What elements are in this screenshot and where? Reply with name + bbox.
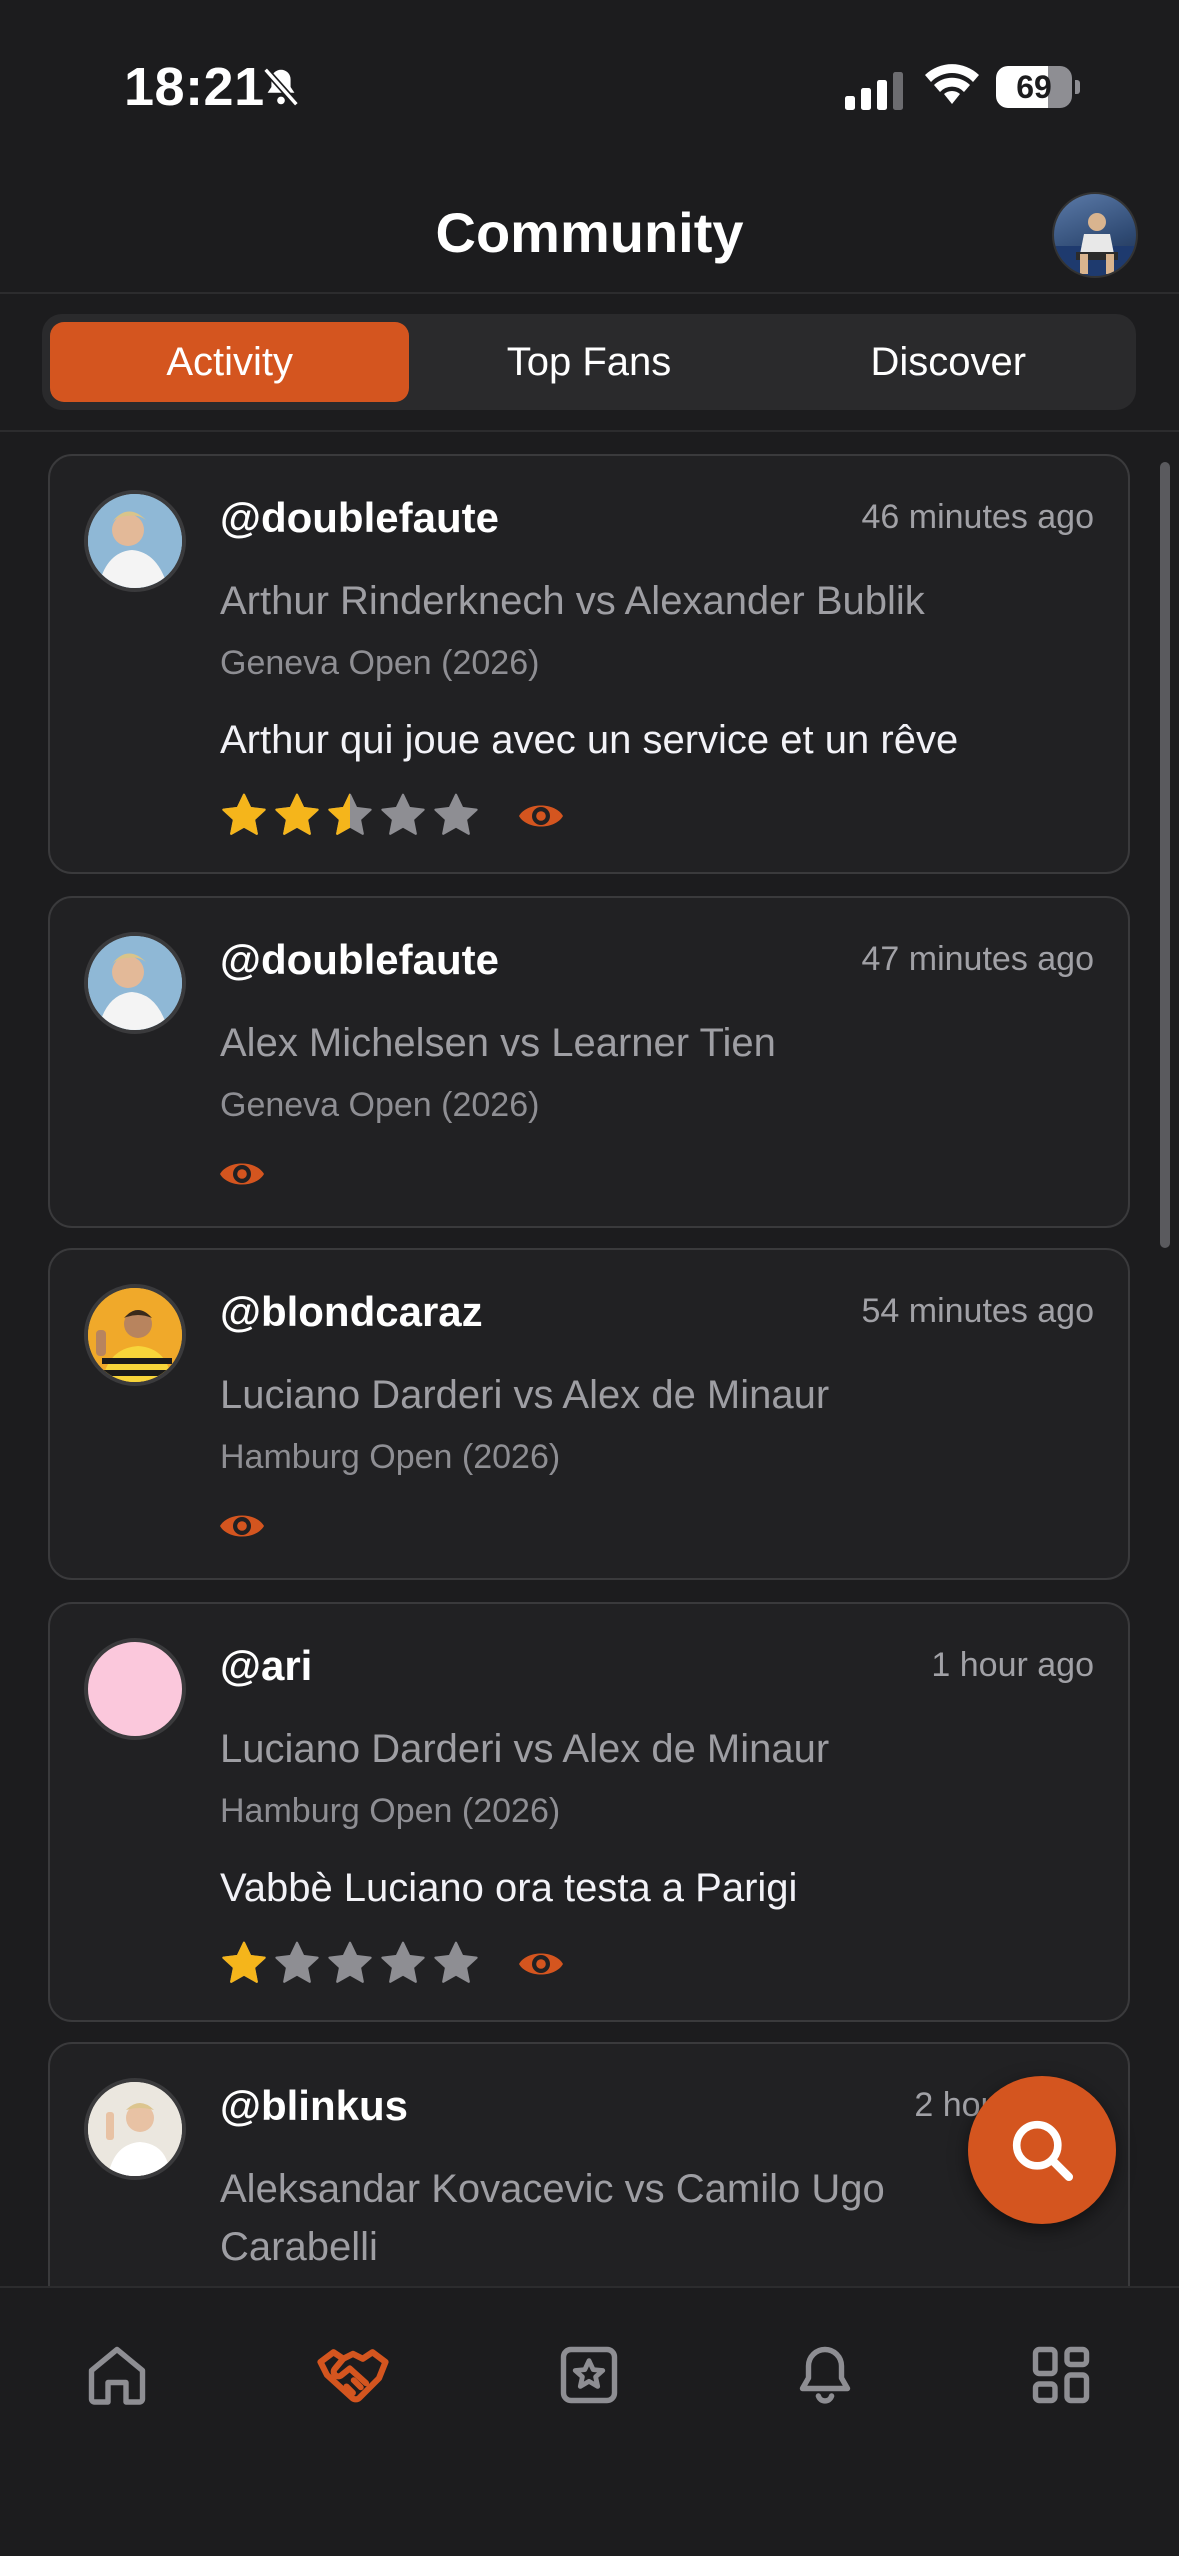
star-icon [328,793,372,835]
bell-off-icon [263,67,299,107]
home-icon [88,2346,146,2405]
bell-icon [799,2346,851,2404]
user-avatar[interactable] [84,490,186,592]
user-avatar[interactable] [84,1284,186,1386]
star-icon [434,793,478,835]
tournament-name: Geneva Open (2026) [220,644,540,682]
profile-avatar[interactable] [1052,192,1138,278]
activity-card[interactable]: @blinkus 2 hours ago Aleksandar Kovacevi… [48,2042,1130,2286]
bottom-nav [0,2286,1179,2556]
username[interactable]: @blinkus [220,2082,408,2130]
timestamp: 54 minutes ago [861,1292,1095,1330]
activity-card[interactable]: @ari 1 hour ago Luciano Darderi vs Alex … [48,1602,1130,2022]
user-avatar[interactable] [84,1638,186,1740]
search-button[interactable] [968,2076,1116,2224]
tournament-name: Geneva Open (2026) [220,1086,540,1124]
tournament-name: Hamburg Open (2026) [220,1792,561,1830]
star-rating [218,790,483,842]
username[interactable]: @doublefaute [220,936,499,984]
wifi-icon [925,64,979,104]
comment-text: Arthur qui joue avec un service et un rê… [220,718,959,762]
page-title: Community [435,201,744,264]
star-icon [381,793,425,835]
tab-discover[interactable]: Discover [769,322,1128,402]
handshake-icon [317,2349,389,2403]
status-bar: 18:21 69 [0,0,1179,170]
segmented-tabs: Activity Top Fans Discover [42,314,1136,410]
scrollbar[interactable] [1160,462,1170,1248]
username[interactable]: @blondcaraz [220,1288,483,1336]
grid-icon [1032,2346,1090,2404]
username[interactable]: @doublefaute [220,494,499,542]
cellular-signal-icon [845,72,903,110]
star-icon [275,793,319,835]
timestamp: 47 minutes ago [861,940,1095,978]
nav-favorites[interactable] [544,2330,634,2420]
star-icon [434,1941,478,1983]
star-icon [222,1941,266,1983]
user-avatar[interactable] [84,932,186,1034]
nav-notifications[interactable] [780,2330,870,2420]
star-icon [275,1941,319,1983]
header: Community [0,170,1179,294]
tournament-name: Hamburg Open (2026) [220,1438,561,1476]
star-rating [218,1938,483,1990]
tab-top-fans[interactable]: Top Fans [409,322,768,402]
timestamp: 1 hour ago [931,1646,1094,1684]
rating-row [218,1500,266,1552]
comment-text: Vabbè Luciano ora testa a Parigi [220,1866,798,1910]
watched-eye-icon [519,805,563,827]
match-title[interactable]: Luciano Darderi vs Alex de Minaur [220,1720,980,1778]
watched-eye-icon [220,1515,264,1537]
rating-row [218,1938,565,1990]
battery-percent: 69 [1016,69,1052,105]
nav-more[interactable] [1016,2330,1106,2420]
activity-card[interactable]: @doublefaute 47 minutes ago Alex Michels… [48,896,1130,1228]
activity-feed[interactable]: @doublefaute 46 minutes ago Arthur Rinde… [0,432,1179,2286]
star-icon [222,793,266,835]
username[interactable]: @ari [220,1642,312,1690]
timestamp: 46 minutes ago [861,498,1095,536]
activity-card[interactable]: @doublefaute 46 minutes ago Arthur Rinde… [48,454,1130,874]
tab-activity[interactable]: Activity [50,322,410,402]
battery-indicator: 69 [996,66,1080,108]
nav-community[interactable] [308,2330,398,2420]
search-icon [1012,2120,1074,2182]
nav-home[interactable] [72,2330,162,2420]
star-icon [328,1941,372,1983]
status-time: 18:21 [124,57,265,117]
match-title[interactable]: Alex Michelsen vs Learner Tien [220,1014,980,1072]
match-title[interactable]: Aleksandar Kovacevic vs Camilo Ugo Carab… [220,2160,980,2276]
rating-row [218,790,565,842]
watched-eye-icon [519,1953,563,1975]
watched-eye-icon [220,1163,264,1185]
rating-row [218,1148,266,1200]
user-avatar[interactable] [84,2078,186,2180]
star-square-icon [560,2346,618,2404]
match-title[interactable]: Arthur Rinderknech vs Alexander Bublik [220,572,980,630]
match-title[interactable]: Luciano Darderi vs Alex de Minaur [220,1366,980,1424]
activity-card[interactable]: @blondcaraz 54 minutes ago Luciano Darde… [48,1248,1130,1580]
star-icon [381,1941,425,1983]
